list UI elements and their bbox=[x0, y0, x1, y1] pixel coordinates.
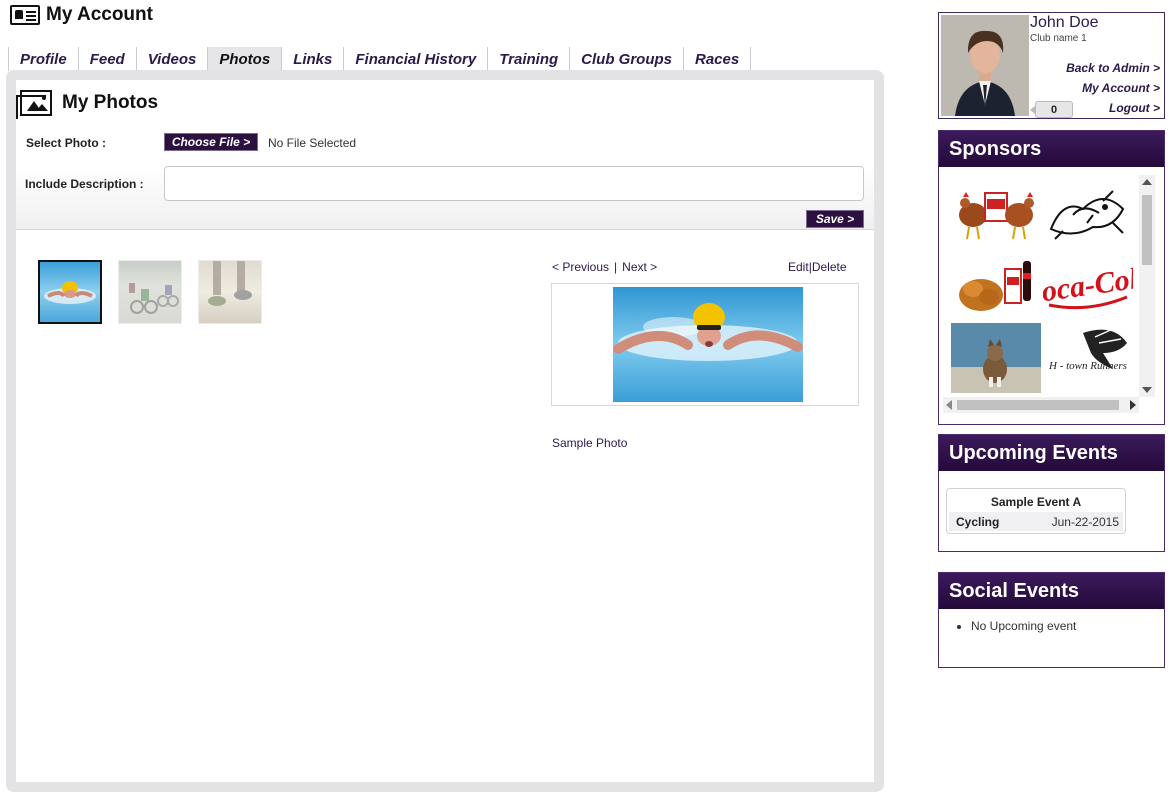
previous-link[interactable]: < Previous bbox=[552, 260, 609, 274]
sponsors-vertical-scrollbar[interactable] bbox=[1139, 175, 1155, 397]
event-name: Sample Event A bbox=[990, 495, 1082, 509]
my-account-link[interactable]: My Account > bbox=[1082, 81, 1160, 95]
logout-link[interactable]: Logout > bbox=[1109, 101, 1160, 115]
tab-races[interactable]: Races bbox=[684, 47, 752, 71]
chicken-sponsor[interactable] bbox=[951, 179, 1041, 249]
kfc-food-sponsor[interactable] bbox=[951, 251, 1041, 321]
sponsors-panel: Sponsors Coca-Cola H - town Runners bbox=[938, 130, 1165, 425]
sponsors-list: Coca-Cola H - town Runners bbox=[943, 175, 1139, 401]
section-title: My Photos bbox=[16, 90, 159, 119]
tab-financial-history[interactable]: Financial History bbox=[344, 47, 489, 71]
tab-photos[interactable]: Photos bbox=[208, 47, 283, 71]
event-card[interactable]: Sample Event A Cycling Jun-22-2015 bbox=[946, 488, 1126, 534]
description-input[interactable] bbox=[164, 166, 864, 201]
delete-link[interactable]: Delete bbox=[812, 260, 847, 274]
photo-thumbnail-swimmer[interactable] bbox=[38, 260, 102, 324]
event-date: Jun-22-2015 bbox=[1051, 515, 1119, 529]
photo-upload-section: My Photos Select Photo : Choose File > N… bbox=[16, 80, 874, 230]
event-type: Cycling bbox=[956, 515, 1000, 529]
cartoon-sponsor[interactable] bbox=[1043, 179, 1133, 249]
tab-links[interactable]: Links bbox=[282, 47, 345, 71]
nav-separator: | bbox=[614, 260, 618, 274]
next-link[interactable]: Next > bbox=[622, 260, 657, 274]
page-title: My Account bbox=[46, 4, 153, 25]
profile-card: John Doe Club name 1 Back to Admin > My … bbox=[938, 12, 1165, 119]
description-label: Include Description : bbox=[25, 177, 144, 191]
tab-training[interactable]: Training bbox=[488, 47, 571, 71]
scroll-right-icon[interactable] bbox=[1130, 400, 1136, 410]
coca-cola-sponsor[interactable]: Coca-Cola bbox=[1020, 251, 1139, 321]
photo-actions: Edit|Delete bbox=[788, 260, 847, 274]
choose-file-button[interactable]: Choose File > bbox=[164, 133, 258, 151]
edit-link[interactable]: Edit bbox=[788, 260, 809, 274]
social-events-list: No Upcoming event bbox=[971, 619, 1076, 633]
tab-profile[interactable]: Profile bbox=[8, 47, 79, 71]
select-photo-label: Select Photo : bbox=[26, 136, 107, 150]
coca-cola-logo-text: Coca-Cola bbox=[1043, 260, 1133, 311]
event-details: Cycling Jun-22-2015 bbox=[949, 512, 1123, 531]
page: My Account Profile Feed Videos Photos Li… bbox=[0, 0, 1170, 797]
file-status: No File Selected bbox=[268, 136, 357, 150]
photo-navigation: < Previous | Next > bbox=[552, 260, 657, 274]
h-town-runners-sponsor[interactable]: H - town Runners bbox=[1043, 323, 1133, 393]
back-to-admin-link[interactable]: Back to Admin > bbox=[1066, 61, 1160, 75]
scroll-up-icon[interactable] bbox=[1142, 179, 1152, 185]
my-photos-heading: My Photos bbox=[62, 92, 159, 113]
account-tabs: Profile Feed Videos Photos Links Financi… bbox=[8, 47, 752, 71]
page-header: My Account bbox=[10, 4, 153, 26]
photos-panel: My Photos Select Photo : Choose File > N… bbox=[6, 70, 884, 792]
account-card-icon bbox=[10, 5, 40, 25]
save-button[interactable]: Save > bbox=[806, 210, 864, 228]
scroll-down-icon[interactable] bbox=[1142, 387, 1152, 393]
tab-videos[interactable]: Videos bbox=[137, 47, 209, 71]
avatar bbox=[941, 15, 1029, 116]
tab-club-groups[interactable]: Club Groups bbox=[570, 47, 684, 71]
upcoming-events-heading: Upcoming Events bbox=[939, 435, 1164, 471]
cat-sponsor[interactable] bbox=[951, 323, 1041, 393]
notification-count[interactable]: 0 bbox=[1030, 101, 1073, 118]
tab-feed[interactable]: Feed bbox=[79, 47, 137, 71]
photo-thumbnail-runners[interactable] bbox=[198, 260, 262, 324]
scroll-thumb[interactable] bbox=[1142, 195, 1152, 265]
selected-photo bbox=[613, 287, 803, 402]
photo-caption: Sample Photo bbox=[552, 436, 628, 450]
sponsors-horizontal-scrollbar[interactable] bbox=[943, 397, 1139, 413]
scroll-left-icon[interactable] bbox=[946, 400, 952, 410]
upcoming-events-panel: Upcoming Events Sample Event A Cycling J… bbox=[938, 434, 1165, 552]
photo-thumbnail-cyclists[interactable] bbox=[118, 260, 182, 324]
h-town-runners-logo-text: H - town Runners bbox=[1048, 360, 1127, 372]
photo-viewer bbox=[551, 283, 859, 406]
sponsors-heading: Sponsors bbox=[939, 131, 1164, 167]
club-name: Club name 1 bbox=[1030, 33, 1087, 44]
photo-gallery-icon bbox=[16, 90, 52, 119]
list-item: No Upcoming event bbox=[971, 619, 1076, 633]
social-events-panel: Social Events No Upcoming event bbox=[938, 572, 1165, 668]
user-name: John Doe bbox=[1030, 14, 1099, 31]
social-events-heading: Social Events bbox=[939, 573, 1164, 609]
scroll-thumb[interactable] bbox=[957, 400, 1119, 410]
